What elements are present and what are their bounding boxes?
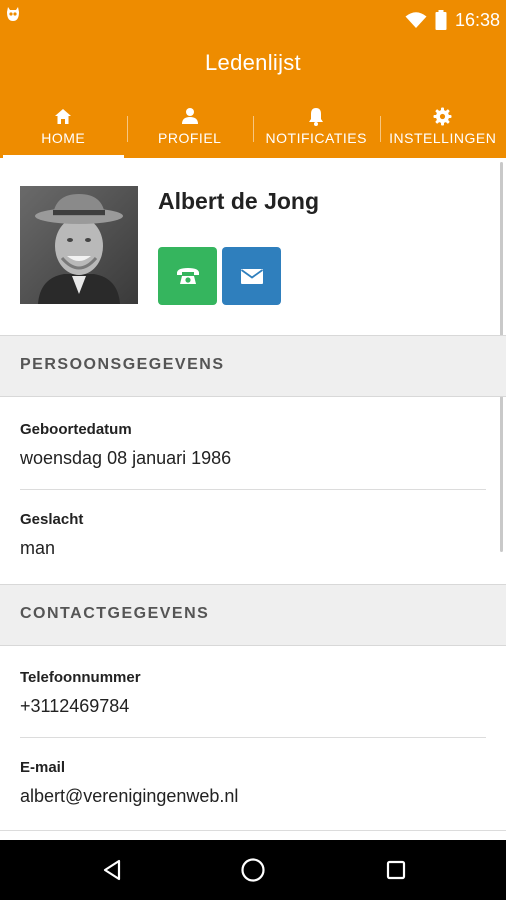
wifi-icon: [405, 12, 427, 28]
email-button[interactable]: [222, 247, 281, 305]
field-email: E-mail albert@verenigingenweb.nl: [20, 759, 486, 807]
divider: [20, 489, 486, 490]
section-title: CONTACTGEGEVENS: [20, 605, 210, 622]
section-title: PERSOONSGEGEVENS: [20, 356, 225, 373]
divider: [0, 830, 506, 831]
field-label: E-mail: [20, 759, 66, 776]
avatar: [20, 186, 138, 304]
field-label: Telefoonnummer: [20, 669, 141, 686]
envelope-icon: [240, 268, 263, 284]
bell-icon: [308, 106, 324, 126]
tab-instellingen[interactable]: INSTELLINGEN: [380, 100, 506, 158]
profile-content[interactable]: Albert de Jong PERSOONSGEGEVENS Geboorte…: [0, 158, 506, 840]
battery-icon: [435, 10, 447, 30]
home-circle-icon[interactable]: [237, 854, 269, 886]
person-icon: [181, 106, 199, 126]
tab-notificaties-label: NOTIFICATIES: [265, 130, 367, 146]
tab-home-label: HOME: [41, 130, 86, 146]
tab-profiel-label: PROFIEL: [158, 130, 222, 146]
field-value: man: [20, 538, 56, 558]
divider: [20, 737, 486, 738]
navigation-bar: [0, 840, 506, 900]
tab-instellingen-label: INSTELLINGEN: [389, 130, 497, 146]
app-title: Ledenlijst: [205, 50, 301, 75]
tab-bar: HOME PROFIEL NOTIFICATIES INSTELLINGEN: [0, 100, 506, 158]
phone-number-value[interactable]: +3112469784: [20, 696, 486, 717]
profile-card: Albert de Jong: [0, 158, 506, 336]
app-bar: Ledenlijst HOME PROFIEL NOTIFICATIES INS…: [0, 40, 506, 158]
status-time: 16:38: [454, 9, 500, 30]
section-header-persoonsgegevens: PERSOONSGEGEVENS: [0, 335, 506, 397]
home-icon: [54, 106, 72, 126]
tab-home[interactable]: HOME: [0, 100, 128, 158]
call-button[interactable]: [158, 247, 217, 305]
field-geslacht: Geslacht man: [20, 511, 486, 559]
field-value: woensdag 08 januari 1986: [20, 448, 232, 468]
tab-notificaties[interactable]: NOTIFICATIES: [253, 100, 381, 158]
owl-icon: [7, 7, 19, 21]
field-label: Geslacht: [20, 511, 84, 528]
email-value[interactable]: albert@verenigingenweb.nl: [20, 786, 486, 807]
gear-icon: [433, 106, 452, 126]
section-header-contactgegevens: CONTACTGEGEVENS: [0, 584, 506, 646]
status-bar: 16:38: [0, 0, 506, 40]
recents-icon[interactable]: [380, 854, 412, 886]
field-label: Geboortedatum: [20, 421, 132, 438]
tab-profiel[interactable]: PROFIEL: [127, 100, 254, 158]
field-geboortedatum: Geboortedatum woensdag 08 januari 1986: [20, 421, 486, 469]
field-telefoonnummer: Telefoonnummer +3112469784: [20, 669, 486, 717]
phone-icon: [176, 268, 199, 284]
member-name: Albert de Jong: [158, 188, 320, 214]
back-icon[interactable]: [96, 854, 128, 886]
